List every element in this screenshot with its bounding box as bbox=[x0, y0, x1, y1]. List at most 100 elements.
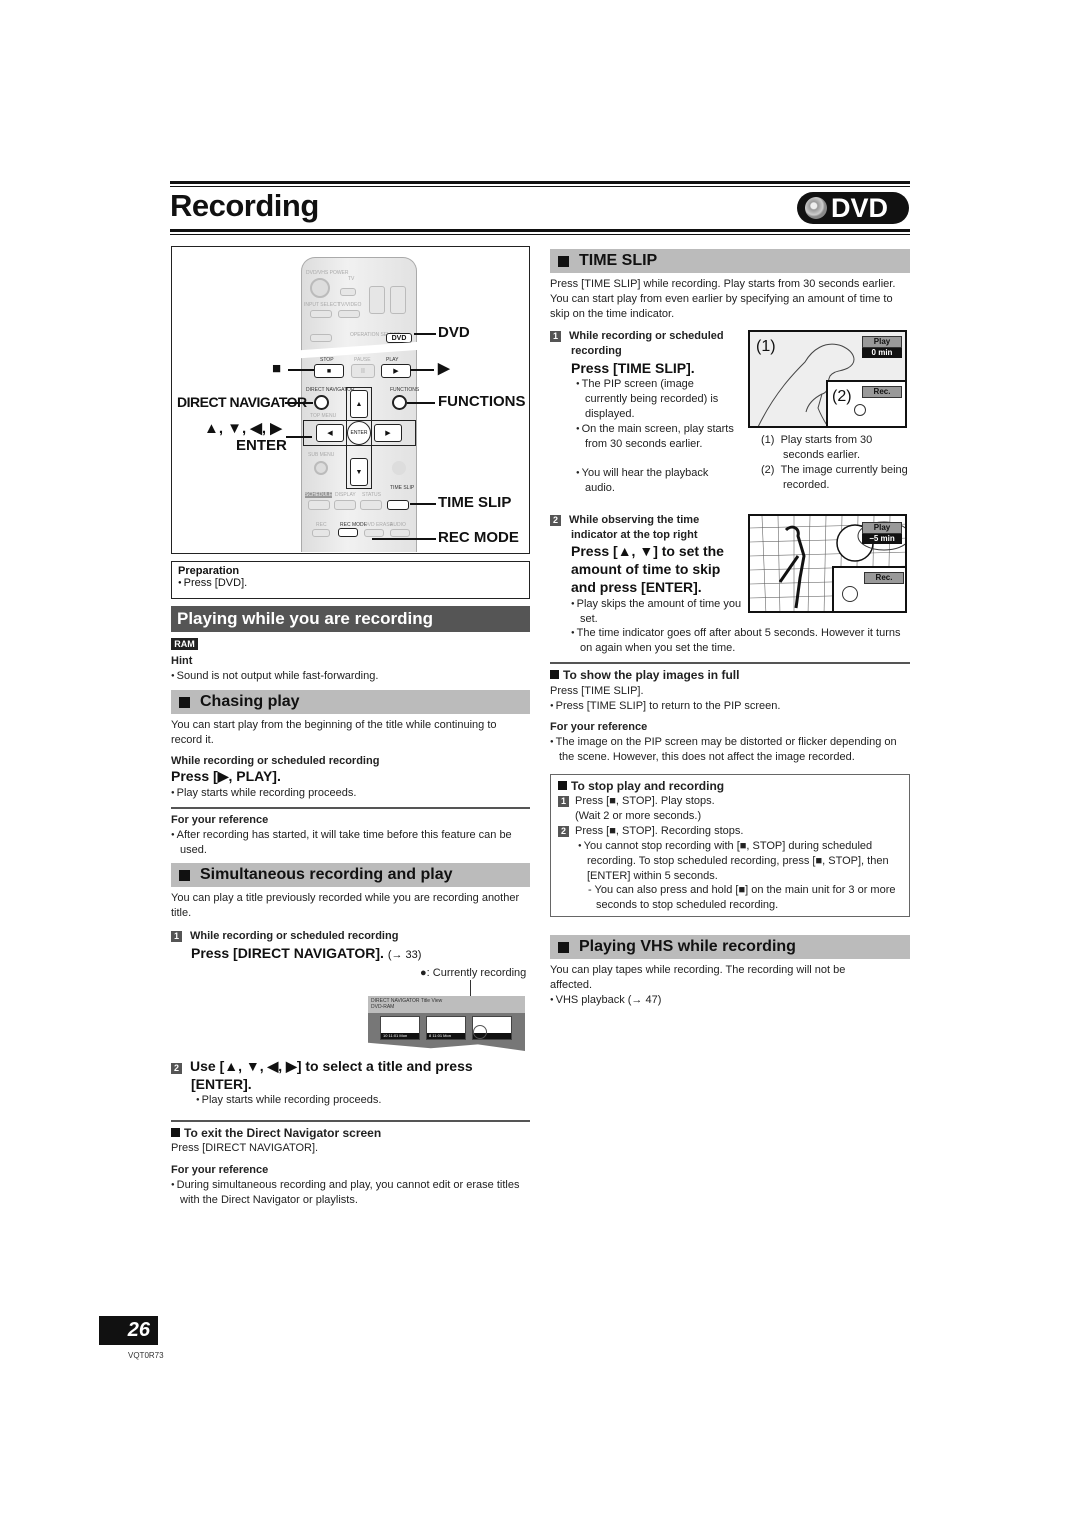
remote-enter-label: ENTER bbox=[350, 430, 368, 436]
exit-nav-text: Press [DIRECT NAVIGATOR]. bbox=[171, 1142, 319, 1154]
chasing-play-title: Chasing play bbox=[200, 693, 300, 710]
stop-box-title-text: To stop play and recording bbox=[571, 779, 725, 793]
step-number-1: 1 bbox=[550, 331, 561, 342]
callout-line-rec-mode bbox=[372, 538, 436, 540]
remote-dvd-button-label: DVD bbox=[391, 334, 407, 342]
header-rule-top-thin bbox=[170, 186, 910, 187]
callout-rec-mode: REC MODE bbox=[438, 529, 519, 546]
direct-navigator-screenshot: DIRECT NAVIGATOR Title View DVD-RAM 10 1… bbox=[368, 996, 525, 1051]
remote-label-dvd-erase: DVD ERASE bbox=[364, 522, 393, 528]
remote-up-button: ▲ bbox=[350, 390, 368, 418]
header-rule-bottom-thin bbox=[170, 234, 910, 235]
caption-text: The image currently being recorded. bbox=[780, 464, 908, 491]
remote-cut-wave bbox=[297, 341, 423, 359]
osd-play-label: Play bbox=[862, 336, 902, 348]
square-bullet-icon bbox=[179, 869, 190, 881]
simultaneous-step2-note: Play starts while recording proceeds. bbox=[196, 1093, 382, 1108]
vhs-heading: Playing VHS while recording bbox=[550, 935, 910, 959]
time-slip-figure-pip: (1) Play 0 min (2) Rec. bbox=[748, 330, 907, 428]
callout-functions: FUNCTIONS bbox=[438, 393, 526, 410]
tv-video-button bbox=[338, 310, 360, 318]
callout-line-play bbox=[410, 369, 434, 371]
callout-line-time-slip bbox=[410, 503, 436, 505]
remote-down-button: ▼ bbox=[350, 458, 368, 486]
step-number-1: 1 bbox=[171, 931, 182, 942]
nav-thumbnail-2: 8 11:01 Mon bbox=[426, 1016, 466, 1040]
stop-step2-text: Press [■, STOP]. Recording stops. bbox=[575, 825, 744, 837]
step-number-2: 2 bbox=[550, 515, 561, 526]
pip-window: (2) Rec. bbox=[826, 380, 905, 426]
time-slip-step2-bullet-2: The time indicator goes off after about … bbox=[571, 626, 911, 656]
show-full-title: To show the play images in full bbox=[550, 668, 739, 683]
remote-label-play: PLAY bbox=[386, 357, 399, 363]
remote-label-rec: REC bbox=[316, 522, 327, 528]
divider bbox=[171, 807, 530, 809]
remote-label-tv: TV bbox=[348, 276, 355, 282]
remote-rec-mode-button bbox=[338, 528, 358, 537]
remote-right-button: ▶ bbox=[374, 424, 402, 442]
square-bullet-icon bbox=[558, 781, 567, 790]
square-bullet-icon bbox=[558, 941, 569, 953]
stop-box-step2: 2 Press [■, STOP]. Recording stops. bbox=[558, 824, 743, 839]
square-bullet-icon bbox=[550, 670, 559, 679]
stop-box-title: To stop play and recording bbox=[558, 779, 724, 794]
hint-item: Sound is not output while fast-forwardin… bbox=[171, 669, 379, 684]
stop-box-step1-sub: (Wait 2 or more seconds.) bbox=[575, 810, 702, 822]
show-full-title-text: To show the play images in full bbox=[563, 668, 740, 682]
remote-label-functions: FUNCTIONS bbox=[390, 387, 420, 393]
thumb1-caption: 10 11:01 Mon bbox=[381, 1033, 419, 1039]
time-slip-step2-bullet-1: Play skips the amount of time you set. bbox=[571, 597, 746, 627]
remote-play-button: ▶ bbox=[381, 364, 411, 378]
remote-return-button bbox=[392, 461, 406, 475]
remote-label-time-slip: TIME SLIP bbox=[390, 485, 415, 491]
remote-schedule-button bbox=[308, 500, 330, 510]
divider bbox=[550, 662, 910, 664]
step-number-2: 2 bbox=[558, 826, 569, 837]
osd-rec-label: Rec. bbox=[864, 572, 904, 584]
time-slip-step2-instruction: Press [▲, ▼] to set the amount of time t… bbox=[571, 543, 724, 595]
square-bullet-icon bbox=[558, 255, 569, 267]
remote-body: DVD/VHS POWER TV INPUT SELECT TV/VIDEO O… bbox=[297, 257, 423, 552]
thumb2-caption: 8 11:01 Mon bbox=[427, 1033, 465, 1039]
simultaneous-step1-condition: 1 While recording or scheduled recording bbox=[171, 929, 398, 944]
pip-window: Rec. bbox=[832, 566, 905, 611]
callout-play: ▶ bbox=[438, 360, 450, 377]
exit-nav-title-text: To exit the Direct Navigator screen bbox=[184, 1126, 382, 1140]
osd-time-indicator: 0 min bbox=[862, 348, 902, 358]
caption-text: Play starts from 30 seconds earlier. bbox=[780, 434, 873, 461]
stop-step1-text: Press [■, STOP]. Play stops. bbox=[575, 795, 715, 807]
remote-direct-navigator-button bbox=[314, 395, 329, 410]
simultaneous-ref-title: For your reference bbox=[171, 1164, 269, 1176]
nav-thumbnail-1: 10 11:01 Mon bbox=[380, 1016, 420, 1040]
exit-nav-title: To exit the Direct Navigator screen bbox=[171, 1126, 381, 1141]
remote-label-display: DISPLAY bbox=[335, 492, 356, 498]
figure-caption-1: (1) Play starts from 30 seconds earlier. bbox=[761, 433, 911, 463]
simultaneous-step2-instruction: 2 Use [▲, ▼, ◀, ▶] to select a title and … bbox=[171, 1057, 530, 1093]
remote-label-sub-menu: SUB MENU bbox=[308, 452, 335, 458]
page-ref: (→ 33) bbox=[387, 949, 422, 961]
simultaneous-title: Simultaneous recording and play bbox=[200, 866, 453, 883]
step1-condition-text: While recording or scheduled recording bbox=[569, 330, 724, 357]
stop-box-step1: 1 Press [■, STOP]. Play stops. bbox=[558, 794, 715, 809]
time-slip-step1-bullet-3: You will hear the playback audio. bbox=[576, 466, 736, 496]
remote-label-power: DVD/VHS POWER bbox=[306, 270, 349, 276]
dvd-badge-label: DVD bbox=[831, 192, 889, 223]
caption-num: (1) bbox=[761, 434, 775, 446]
remote-dvd-button: DVD bbox=[386, 333, 412, 343]
remote-display-button bbox=[334, 500, 356, 510]
stop-box-step2-dash: - You can also press and hold [■] on the… bbox=[588, 884, 896, 911]
step1-condition-text: While recording or scheduled recording bbox=[190, 930, 399, 942]
callout-dvd: DVD bbox=[438, 324, 470, 341]
time-slip-ref-item: The image on the PIP screen may be disto… bbox=[550, 735, 912, 765]
chasing-play-heading: Chasing play bbox=[171, 690, 530, 714]
caption-num: (2) bbox=[761, 464, 775, 476]
remote-dvd-erase-button bbox=[364, 529, 384, 537]
time-slip-title: TIME SLIP bbox=[579, 252, 658, 269]
step-number-2: 2 bbox=[171, 1063, 182, 1074]
osd-rec-label: Rec. bbox=[862, 386, 902, 398]
hint-title: Hint bbox=[171, 655, 193, 667]
chasing-play-instruction: Press [▶, PLAY]. bbox=[171, 768, 281, 784]
callout-line-direct-navigator bbox=[285, 402, 313, 404]
remote-label-input-select: INPUT SELECT bbox=[304, 302, 340, 308]
chasing-play-intro: You can start play from the beginning of… bbox=[171, 719, 497, 746]
